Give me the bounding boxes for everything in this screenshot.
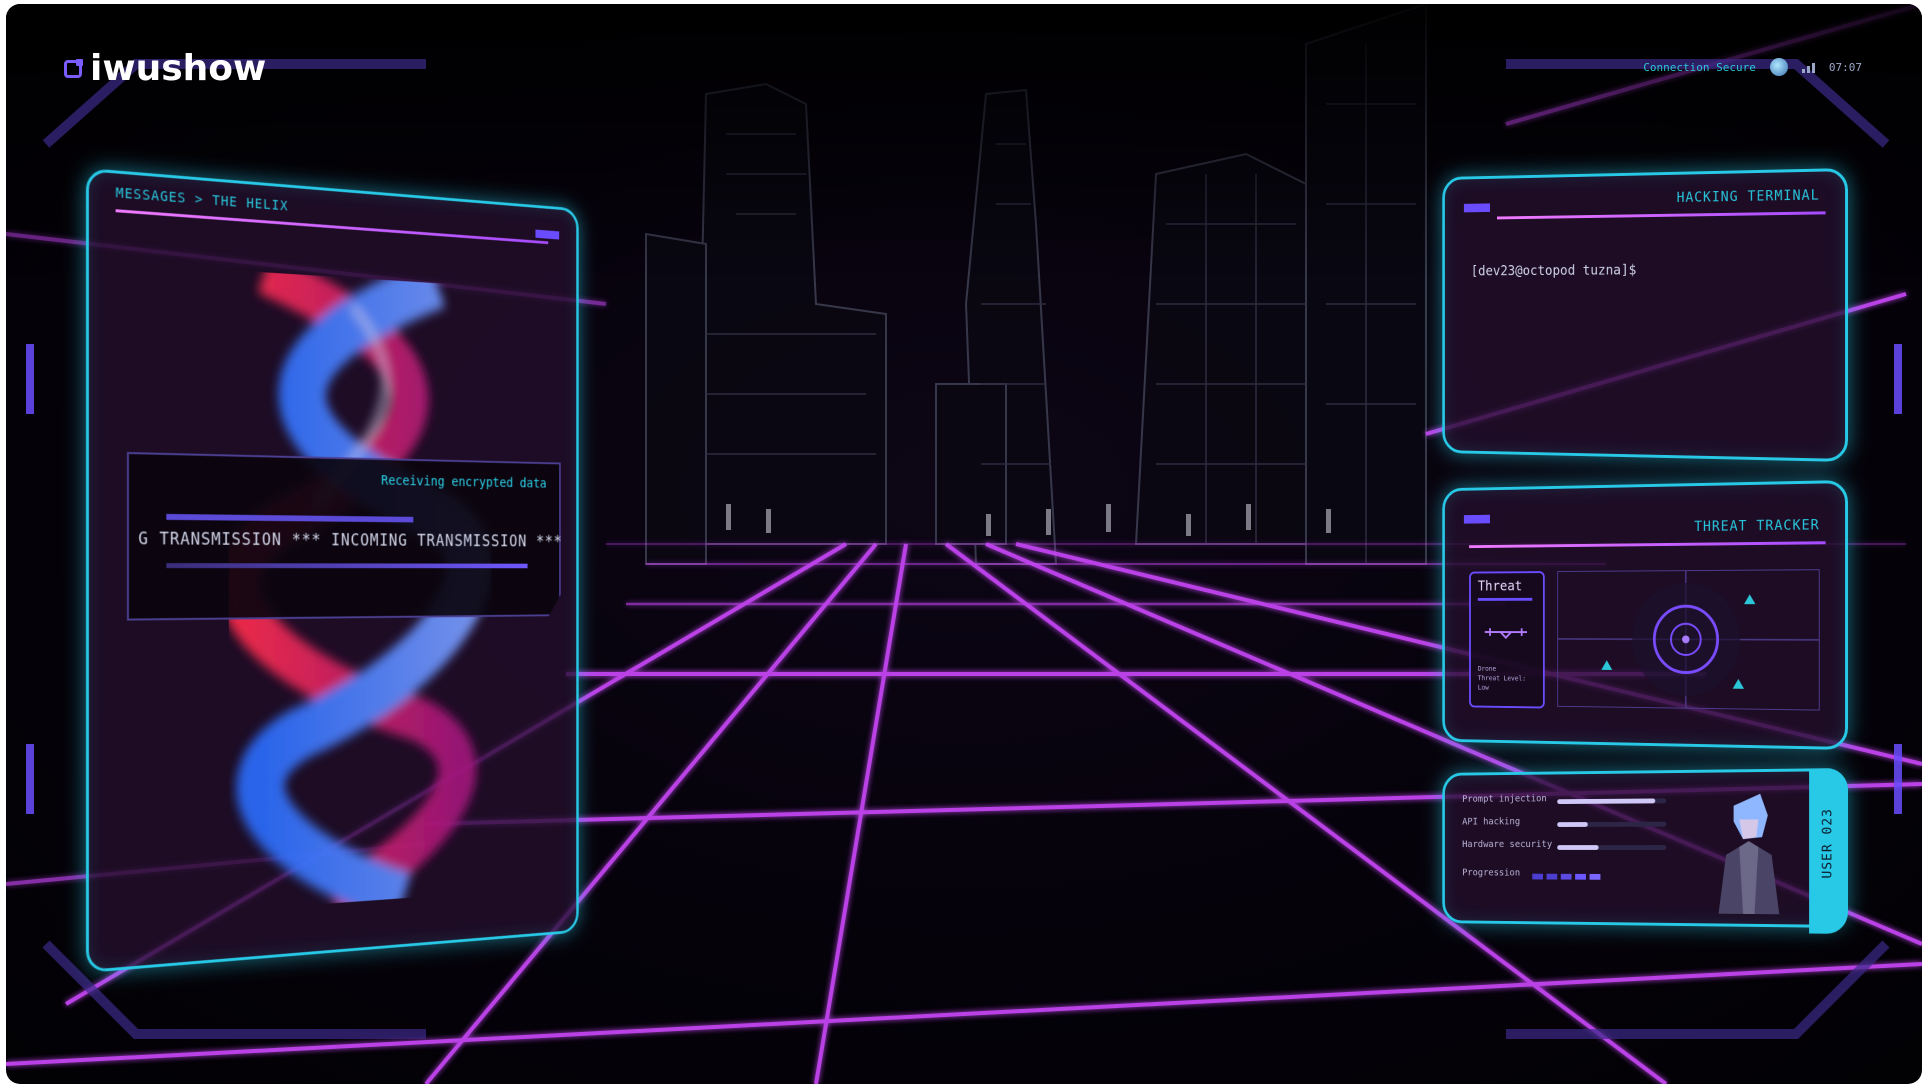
user-id-tab[interactable]: USER 023 xyxy=(1809,768,1848,934)
drone-icon xyxy=(1481,623,1530,642)
terminal-title: HACKING TERMINAL xyxy=(1676,187,1820,206)
clock: 07:07 xyxy=(1828,60,1862,74)
brand: iwushow xyxy=(64,48,266,89)
messages-breadcrumb[interactable]: MESSAGES > THE HELIX xyxy=(116,185,289,214)
skill-bar xyxy=(1557,845,1667,850)
connection-status: Connection Secure xyxy=(1643,60,1756,74)
receiving-label: Receiving encrypted data xyxy=(381,473,547,492)
progression-meter xyxy=(1532,873,1601,880)
skill-label: Prompt injection xyxy=(1462,793,1547,805)
brand-logo-icon xyxy=(64,58,83,78)
skill-label: Hardware security xyxy=(1462,839,1553,850)
transmission-bar xyxy=(166,514,413,523)
transmission-ticker: G TRANSMISSION *** INCOMING TRANSMISSION… xyxy=(138,529,563,552)
game-scene: iwushow Connection Secure 07:07 MESSAGES… xyxy=(6,4,1922,1084)
skill-label: API hacking xyxy=(1462,816,1521,828)
user-profile-panel[interactable]: Prompt injection API hacking Hardware se… xyxy=(1442,768,1848,934)
progression-label: Progression xyxy=(1462,867,1521,879)
user-id-label: USER 023 xyxy=(1820,808,1836,879)
panel-tab-marker xyxy=(1463,514,1491,524)
threat-card-meta: Drone Threat Level: Low xyxy=(1477,665,1526,692)
threat-card-bar xyxy=(1477,597,1533,601)
terminal-prompt[interactable]: [dev23@octopod tuzna]$ xyxy=(1471,263,1637,279)
skill-bar xyxy=(1557,798,1667,805)
brand-name: iwushow xyxy=(90,48,267,89)
panel-divider xyxy=(1497,211,1826,220)
skill-bar xyxy=(1557,821,1667,827)
transmission-box: Receiving encrypted data G TRANSMISSION … xyxy=(127,452,561,621)
panel-tab-marker xyxy=(535,229,560,240)
threat-tracker-panel[interactable]: THREAT TRACKER Threat Drone Threat Level… xyxy=(1442,480,1848,750)
panel-divider xyxy=(1469,541,1826,549)
status-bar: Connection Secure 07:07 xyxy=(1643,58,1862,76)
panel-tab-marker xyxy=(1463,203,1491,213)
threat-tracker-title: THREAT TRACKER xyxy=(1694,517,1820,535)
hacking-terminal-panel[interactable]: HACKING TERMINAL [dev23@octopod tuzna]$ xyxy=(1442,168,1848,462)
messages-panel[interactable]: MESSAGES > THE HELIX Receiving encrypted… xyxy=(86,168,579,973)
globe-icon[interactable] xyxy=(1769,58,1788,76)
threat-card[interactable]: Threat Drone Threat Level: Low xyxy=(1469,571,1545,709)
threat-card-name: Threat xyxy=(1477,578,1523,595)
panel-divider xyxy=(115,209,549,245)
transmission-bar xyxy=(166,563,527,568)
radar-display[interactable] xyxy=(1557,569,1820,711)
user-avatar[interactable] xyxy=(1705,786,1790,915)
signal-icon xyxy=(1801,61,1815,73)
